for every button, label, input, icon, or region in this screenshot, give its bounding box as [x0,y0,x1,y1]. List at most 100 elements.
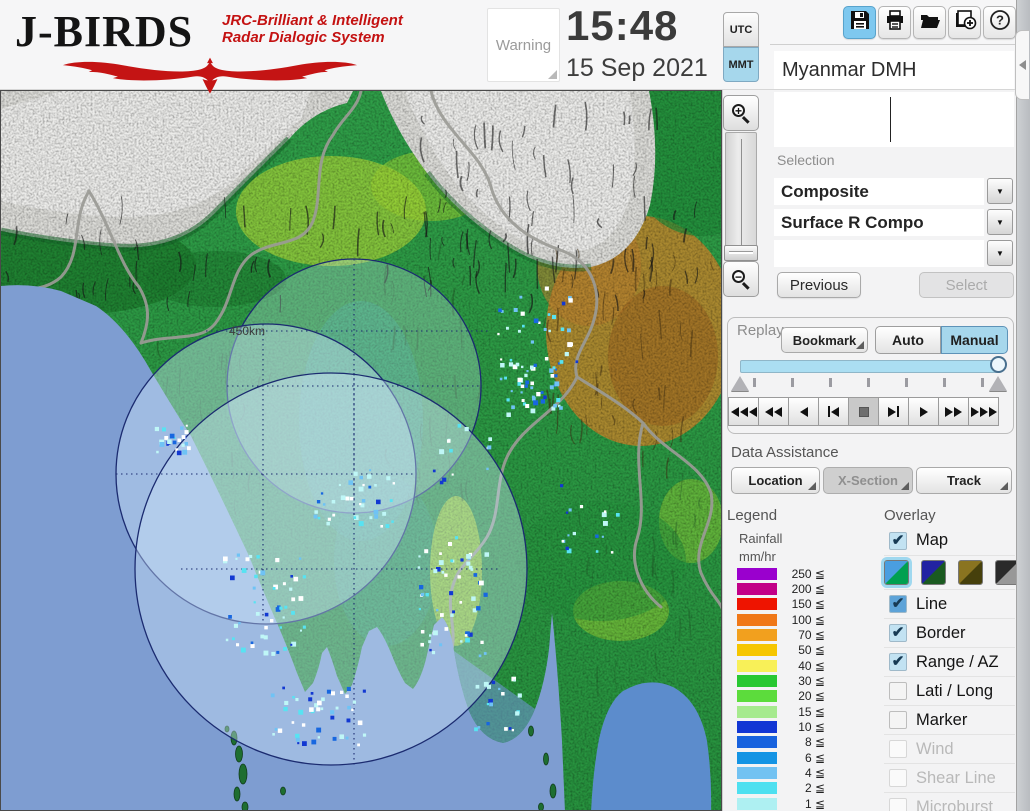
print-icon [884,9,906,36]
replay-timeline-handle[interactable] [990,356,1007,373]
legend-value-label: 70 ≦ [798,628,825,643]
legend-title: Legend [727,507,778,524]
microburst-checkbox [889,798,907,811]
chevron-down-icon: ▼ [996,186,1004,196]
x-section-button[interactable]: X-Section [823,467,913,494]
manual-mode-button[interactable]: Manual [941,326,1008,354]
zoom-out-button[interactable]: − [723,261,759,297]
timeline-tick [943,378,946,387]
shear-line-checkbox [889,769,907,787]
legend-value-label: 6 ≦ [804,750,825,765]
map-style-swatch-1[interactable] [884,560,909,585]
playback-controls [728,397,999,426]
fastest-button[interactable] [968,397,999,426]
previous-button[interactable]: Previous [777,272,861,298]
step-forward-button[interactable] [878,397,909,426]
select-button[interactable]: Select [919,272,1014,298]
legend-color-swatch [737,736,777,749]
save-icon [849,9,871,36]
fast-forward-icon [945,406,953,417]
marker-checkbox[interactable] [889,711,907,729]
print-button[interactable] [878,6,911,39]
play-reverse-icon [799,406,808,417]
timeline-tick [791,378,794,387]
station-display-box[interactable] [774,92,1014,147]
overlay-label: Line [916,594,948,613]
lati-long-checkbox[interactable] [889,682,907,700]
legend-value-label: 15 ≦ [798,704,825,719]
legend-color-swatch [737,705,777,718]
legend-color-swatch [737,613,777,626]
organization-box: Myanmar DMH [774,51,1014,89]
line-checkbox[interactable]: ✔ [889,595,907,613]
zoom-slider-handle[interactable] [724,245,758,261]
warning-label: Warning [495,36,552,54]
zoom-in-button[interactable]: + [723,95,759,131]
overlay-label: Border [916,623,966,642]
timeline-end-marker[interactable] [989,376,1007,391]
jbirds-application: 450km J-BIRDS JRC-Brilliant & Intelligen… [0,0,1030,811]
legend-color-swatch [737,659,777,672]
legend-color-swatch [737,629,777,642]
play-button[interactable] [908,397,939,426]
legend-value-label: 20 ≦ [798,689,825,704]
legend-row: 150 ≦ [737,597,825,612]
option-dropdown-arrow[interactable]: ▼ [987,240,1013,266]
legend-row: 10 ≦ [737,719,825,734]
panel-collapse-strip[interactable] [1016,0,1030,811]
replay-timeline-track[interactable] [740,360,1001,373]
product-dropdown-arrow[interactable]: ▼ [987,209,1013,235]
overlay-row-line: ✔ Line [884,589,1015,618]
divider [770,44,1015,45]
play-reverse-button[interactable] [788,397,819,426]
fast-forward-button[interactable] [938,397,969,426]
mmt-button[interactable]: MMT [723,47,759,82]
legend-color-swatch [737,690,777,703]
legend-color-swatch [737,782,777,795]
magnifier-plus-icon: + [731,103,751,124]
step-backward-button[interactable] [818,397,849,426]
fast-forward-icon [954,406,962,417]
option-dropdown[interactable] [774,240,984,267]
bookmark-button[interactable]: Bookmark [781,327,868,353]
overlay-row-border: ✔ Border [884,618,1015,647]
fast-rewind-button[interactable] [728,397,759,426]
legend-color-swatch [737,721,777,734]
radar-map-viewport[interactable]: 450km [0,90,722,811]
play-icon [919,406,928,417]
timeline-tick [753,378,756,387]
export-add-button[interactable] [948,6,981,39]
help-icon: ? [989,9,1011,36]
map-style-swatch-3[interactable] [958,560,983,585]
legend-unit: Rainfall mm/hr [739,531,783,564]
border-checkbox[interactable]: ✔ [889,624,907,642]
utc-button[interactable]: UTC [723,12,759,47]
location-button[interactable]: Location [731,467,820,494]
chevron-down-icon: ▼ [996,248,1004,258]
data-assistance-label: Data Assistance [731,444,839,461]
overlay-row-marker: Marker [884,705,1015,734]
category-dropdown-arrow[interactable]: ▼ [987,178,1013,204]
map-style-swatch-2[interactable] [921,560,946,585]
auto-mode-button[interactable]: Auto [875,326,941,354]
panel-collapse-tab[interactable] [1015,30,1029,100]
map-checkbox[interactable]: ✔ [889,531,907,550]
rewind-button[interactable] [758,397,789,426]
product-dropdown[interactable]: Surface R Compo [774,209,984,236]
clock-time: 15:48 [566,2,679,49]
warning-button[interactable]: Warning [487,8,560,82]
open-folder-button[interactable] [913,6,946,39]
track-button[interactable]: Track [916,467,1012,494]
timeline-start-marker[interactable] [731,376,749,391]
legend-value-label: 30 ≦ [798,674,825,689]
step-forward-icon [897,406,899,417]
legend-value-label: 50 ≦ [798,643,825,658]
category-dropdown[interactable]: Composite [774,178,984,205]
fast-rewind-icon [748,406,757,417]
save-button[interactable] [843,6,876,39]
legend-row: 30 ≦ [737,673,825,688]
range-az-checkbox[interactable]: ✔ [889,653,907,671]
help-button[interactable]: ? [983,6,1016,39]
zoom-slider-track[interactable] [725,132,757,260]
stop-button[interactable] [848,397,879,426]
